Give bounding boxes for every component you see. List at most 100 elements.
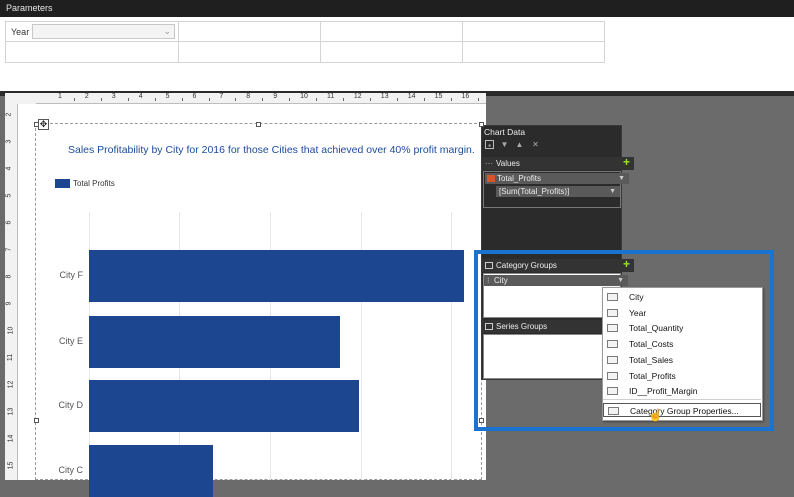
category-label: City C: [58, 465, 84, 475]
add-value-icon[interactable]: +: [623, 156, 630, 169]
bar-city-f[interactable]: [89, 250, 464, 302]
menu-item-total-quantity[interactable]: Total_Quantity: [603, 321, 761, 335]
delete-icon[interactable]: ✕: [531, 140, 540, 149]
menu-item-total-sales[interactable]: Total_Sales: [603, 353, 761, 367]
ruler-left-number: 12: [7, 380, 15, 389]
ruler-top-number: 2: [84, 93, 89, 100]
menu-item-label: Total_Profits: [629, 370, 676, 381]
menu-item-total-costs[interactable]: Total_Costs: [603, 337, 761, 351]
ruler-tick: [235, 98, 237, 101]
value-field-label: Total_Profits: [497, 174, 542, 183]
ruler-tick: [316, 98, 318, 101]
category-label: City E: [58, 336, 83, 346]
resize-handle[interactable]: [479, 122, 484, 127]
ruler-tick: [100, 98, 102, 101]
parameters-header: Parameters: [0, 0, 794, 17]
move-icon[interactable]: ✥: [38, 119, 49, 130]
menu-separator: [603, 399, 761, 400]
ruler-top-number: 1: [58, 93, 62, 100]
ruler-left-number: 15: [7, 461, 15, 470]
ruler-top-number: 10: [300, 93, 308, 100]
resize-handle[interactable]: [34, 418, 39, 423]
ruler-tick: [289, 98, 291, 101]
ruler-left-number: 5: [5, 193, 13, 198]
legend-label: Total Profits: [73, 179, 115, 188]
chart-data-toolbar: ▪ ▼ ▲ ✕: [484, 140, 618, 153]
values-label: Values: [496, 159, 520, 168]
legend-swatch: [55, 179, 70, 188]
chart-title[interactable]: Sales Profitability by City for 2016 for…: [68, 144, 475, 156]
ruler-top-number: 9: [273, 93, 278, 100]
menu-item-label: Total_Quantity: [629, 323, 684, 334]
ruler-left-number: 6: [5, 220, 13, 225]
arrow-up-icon[interactable]: ▲: [515, 140, 524, 149]
menu-item-city[interactable]: City: [603, 290, 761, 304]
chart-data-title: Chart Data: [484, 127, 526, 137]
ruler-left-number: 11: [7, 353, 15, 362]
ruler-top-number: 12: [353, 93, 362, 100]
ruler-left-number: 4: [5, 166, 13, 171]
ruler-top-number: 4: [138, 93, 143, 100]
ruler-tick: [127, 98, 129, 101]
ruler-top-number: 15: [434, 93, 443, 100]
bar-city-c[interactable]: [89, 445, 213, 497]
chevron-down-icon[interactable]: ▼: [618, 173, 625, 184]
ruler-tick: [208, 98, 210, 101]
ruler-tick: [477, 98, 479, 101]
properties-icon: [608, 407, 619, 415]
menu-item-id-profit-margin[interactable]: ID__Profit_Margin: [603, 384, 761, 398]
category-group-properties-item[interactable]: Category Group Properties...: [603, 403, 761, 417]
ruler-left-number: 9: [5, 301, 13, 306]
ruler-left-number: 2: [5, 112, 13, 117]
field-icon: [607, 387, 618, 396]
ruler-left-number: 8: [5, 274, 13, 279]
ruler-top-number: 3: [111, 93, 116, 100]
menu-item-label: City: [629, 292, 644, 302]
ruler-left-number: 14: [7, 434, 15, 443]
ruler-tick: [396, 98, 398, 101]
bar-city-d[interactable]: [89, 380, 359, 432]
field-icon: [607, 324, 618, 333]
ruler-tick: [154, 98, 156, 101]
resize-handle[interactable]: [256, 122, 261, 127]
category-label: City F: [59, 270, 84, 280]
ruler-left-number: 3: [5, 139, 13, 144]
properties-icon[interactable]: ▪: [485, 140, 494, 150]
value-expression-row[interactable]: [Sum(Total_Profits)] ▼: [496, 186, 620, 197]
ruler-tick: [343, 98, 344, 101]
ruler-top-number: 11: [327, 93, 335, 100]
bar-city-e[interactable]: [89, 316, 341, 368]
resize-handle[interactable]: [479, 418, 484, 423]
chevron-down-icon: ⌄: [163, 26, 171, 36]
ruler-tick: [181, 98, 183, 101]
ruler-top-number: 16: [461, 93, 470, 100]
value-expression-label: [Sum(Total_Profits)]: [499, 187, 570, 196]
category-label: City D: [58, 400, 84, 410]
ruler-tick: [74, 98, 75, 101]
bar-chart-icon: [487, 175, 495, 182]
mouse-cursor-icon: ☝: [648, 408, 663, 422]
menu-item-label: ID__Profit_Margin: [629, 386, 698, 397]
values-section-header: ⋯ Values +: [482, 156, 634, 170]
ruler-tick: [423, 98, 425, 101]
ruler-tick: [450, 98, 452, 101]
ruler-left-number: 13: [7, 407, 15, 416]
ruler-left: 2 3 4 5 6 7 8 9 10 11 12 13 14 15: [5, 104, 18, 480]
menu-item-label: Year: [629, 307, 647, 318]
ruler-top: 1 2 3 4 5 6 7 8 9 10 11 12 13 14 15 16: [36, 93, 486, 104]
menu-item-total-profits[interactable]: Total_Profits: [603, 369, 761, 383]
ruler-top-number: 8: [246, 93, 251, 100]
menu-item-year[interactable]: Year: [603, 306, 761, 320]
category-group-properties-label: Category Group Properties...: [630, 406, 739, 416]
ruler-top-number: 14: [407, 93, 416, 100]
ruler-corner: [5, 93, 36, 104]
field-icon: [607, 293, 618, 301]
year-dropdown[interactable]: ⌄: [32, 24, 175, 39]
resize-handle[interactable]: [34, 122, 39, 127]
ruler-top-number: 13: [380, 93, 389, 100]
ruler-tick: [262, 98, 264, 101]
arrow-down-icon[interactable]: ▼: [500, 140, 509, 149]
chevron-down-icon[interactable]: ▼: [609, 186, 616, 197]
value-field-row[interactable]: Total_Profits ▼: [485, 173, 629, 184]
field-icon: [607, 340, 618, 349]
